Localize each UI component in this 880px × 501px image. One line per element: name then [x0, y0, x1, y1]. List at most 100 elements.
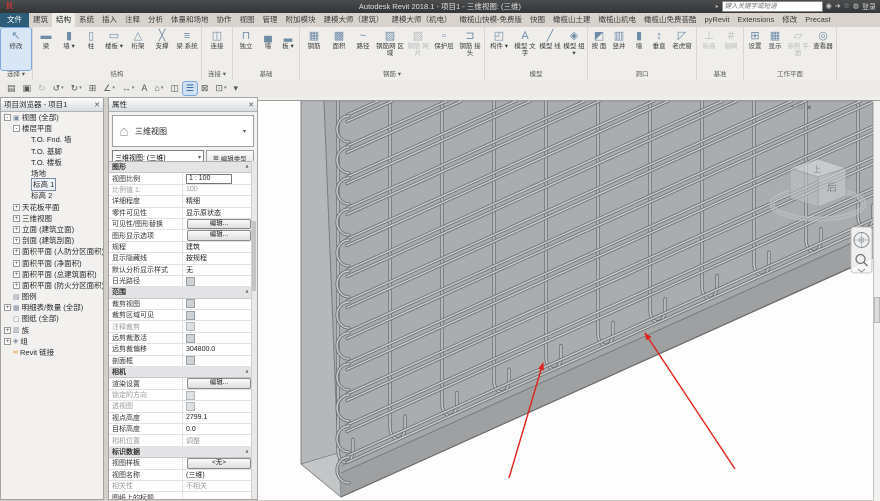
- checkbox[interactable]: [186, 356, 195, 365]
- property-value[interactable]: (三维): [183, 470, 252, 480]
- default-3d-view-button[interactable]: ⌂▾: [151, 82, 166, 95]
- scrollbar-thumb[interactable]: [252, 221, 256, 291]
- ribbon-tab[interactable]: 系统: [75, 13, 98, 27]
- edit-button[interactable]: 编辑...: [187, 219, 251, 230]
- ribbon-group-label[interactable]: 工作平面: [745, 70, 835, 80]
- ribbon-group-label[interactable]: 洞口: [589, 70, 695, 80]
- ribbon-tab[interactable]: 分析: [144, 13, 167, 27]
- expand-icon[interactable]: +: [13, 248, 20, 255]
- column-button[interactable]: ▯柱: [80, 28, 102, 70]
- redo-button[interactable]: ↻▾: [68, 82, 85, 95]
- ribbon-group-label[interactable]: 模型: [486, 70, 586, 80]
- property-value[interactable]: [183, 402, 252, 411]
- tree-item[interactable]: 标高 1: [1, 179, 103, 190]
- ribbon-tab[interactable]: 结构: [52, 13, 75, 27]
- login-button[interactable]: 登录: [862, 2, 876, 12]
- tree-item[interactable]: +面积平面 (防火分区面积): [1, 280, 103, 291]
- ribbon-tab[interactable]: 橄榄山免费荟酷: [640, 13, 701, 27]
- tree-item-label[interactable]: 图纸 (全部): [22, 313, 59, 324]
- tree-item-label[interactable]: 三维视图: [22, 213, 52, 224]
- beam-button[interactable]: ▬梁: [34, 28, 58, 70]
- collapse-icon[interactable]: ∧: [245, 164, 249, 170]
- close-icon[interactable]: ✕: [94, 101, 100, 109]
- section-button[interactable]: ◫: [167, 82, 182, 95]
- area-reinforcement-button[interactable]: ▩面积: [327, 28, 351, 70]
- workplane-show-button[interactable]: ▦显示: [765, 28, 785, 70]
- value-combo[interactable]: 1 : 100: [186, 174, 232, 184]
- customize-qat-button[interactable]: ▾: [231, 82, 242, 95]
- tree-item-label[interactable]: 视图 (全部): [22, 112, 59, 123]
- model-group-button[interactable]: ◈模型 组 ▾: [562, 28, 586, 70]
- tree-item[interactable]: -楼层平面: [1, 123, 103, 134]
- ribbon-tab[interactable]: 橄榄山机电: [595, 13, 641, 27]
- property-value[interactable]: 编辑...: [183, 219, 252, 230]
- undo-button[interactable]: ↺▾: [50, 82, 67, 95]
- workplane-set-button[interactable]: ⊞设置: [745, 28, 765, 70]
- tree-item[interactable]: +◈组: [1, 336, 103, 347]
- ribbon-tab[interactable]: 橄榄山土建: [549, 13, 595, 27]
- component-button[interactable]: ◰构件 ▾: [486, 28, 512, 70]
- print-button[interactable]: ⊞: [86, 82, 100, 95]
- tree-item-label[interactable]: T.O. 基脚: [31, 146, 62, 157]
- tree-item[interactable]: +▥族: [1, 325, 103, 336]
- ribbon-tab[interactable]: pyRevit: [701, 13, 734, 27]
- tree-item[interactable]: +面积平面 (总建筑面积): [1, 269, 103, 280]
- connection-button[interactable]: ◫连接: [203, 28, 231, 70]
- ribbon-group-label[interactable]: 基准: [698, 70, 742, 80]
- ribbon-tab[interactable]: 橄榄山快模-免费版: [456, 13, 527, 27]
- tree-item-label[interactable]: 面积平面 (净面积): [22, 258, 82, 269]
- ribbon-group-label[interactable]: 选择 ▾: [1, 70, 31, 80]
- expand-icon[interactable]: +: [4, 338, 11, 345]
- property-value[interactable]: [183, 334, 252, 343]
- fabric-area-button[interactable]: ▨钢筋网 区域: [375, 28, 405, 70]
- expand-icon[interactable]: +: [13, 215, 20, 222]
- tree-item[interactable]: -▣视图 (全部): [1, 112, 103, 123]
- tree-item-label[interactable]: 标高 1: [31, 178, 56, 191]
- checkbox[interactable]: [186, 334, 195, 343]
- chevron-down-icon[interactable]: ▾: [243, 128, 253, 135]
- tree-item-label[interactable]: T.O. Fnd. 墙: [31, 134, 71, 145]
- ribbon-tab[interactable]: 建筑: [29, 13, 52, 27]
- dormer-opening-button[interactable]: ◸老虎窗: [669, 28, 695, 70]
- save-button[interactable]: ▣: [20, 82, 35, 95]
- drawing-area[interactable]: −□✕ 上后: [258, 100, 880, 500]
- tree-item[interactable]: +天花板平面: [1, 202, 103, 213]
- opening-by-face-button[interactable]: ◩按 面: [589, 28, 609, 70]
- collapse-icon[interactable]: -: [13, 125, 20, 132]
- workplane-viewer-button[interactable]: ◎查看器: [811, 28, 835, 70]
- collapse-icon[interactable]: -: [4, 114, 11, 121]
- wall-opening-button[interactable]: ▮墙: [629, 28, 649, 70]
- tree-item[interactable]: ▤图例: [1, 291, 103, 302]
- ribbon-tab[interactable]: 体量和场地: [167, 13, 213, 27]
- canvas-vertical-scrollbar[interactable]: [873, 101, 880, 501]
- tree-item-label[interactable]: 明细表/数量 (全部): [22, 302, 84, 313]
- ribbon-tab[interactable]: 插入: [98, 13, 121, 27]
- property-value[interactable]: 2799.1: [183, 414, 252, 421]
- tree-item-label[interactable]: 图例: [22, 291, 37, 302]
- property-value[interactable]: [183, 311, 252, 320]
- expand-icon[interactable]: +: [13, 204, 20, 211]
- path-reinforcement-button[interactable]: ~路径: [351, 28, 375, 70]
- tree-item-label[interactable]: 面积平面 (人防分区面积): [22, 246, 103, 257]
- tree-item[interactable]: +剖面 (建筑剖面): [1, 235, 103, 246]
- tree-item[interactable]: +三维视图: [1, 213, 103, 224]
- rebar-button[interactable]: ▦钢筋: [301, 28, 327, 70]
- text-button[interactable]: A: [138, 82, 150, 95]
- ribbon-group-label[interactable]: 基础: [234, 70, 298, 80]
- tree-item[interactable]: T.O. Fnd. 墙: [1, 134, 103, 145]
- isolated-foundation-button[interactable]: ⊓独立: [234, 28, 258, 70]
- property-value[interactable]: 显示原状态: [183, 208, 252, 218]
- ribbon-tab[interactable]: 管理: [259, 13, 282, 27]
- tree-item[interactable]: +面积平面 (净面积): [1, 257, 103, 268]
- aligned-dimension-button[interactable]: ↔▾: [119, 82, 138, 95]
- property-value[interactable]: 304800.0: [183, 346, 252, 353]
- property-section-header[interactable]: 标识数据∧: [109, 447, 252, 458]
- property-value[interactable]: 按规程: [183, 253, 252, 263]
- favorites-star-icon[interactable]: ☆: [844, 2, 850, 11]
- ribbon-tab[interactable]: 快图: [526, 13, 549, 27]
- ribbon-tab[interactable]: Precast: [801, 13, 834, 27]
- expand-icon[interactable]: +: [13, 282, 20, 289]
- ribbon-tab[interactable]: 文件: [0, 13, 29, 27]
- edit-button[interactable]: 编辑...: [187, 378, 251, 389]
- checkbox[interactable]: [186, 311, 195, 320]
